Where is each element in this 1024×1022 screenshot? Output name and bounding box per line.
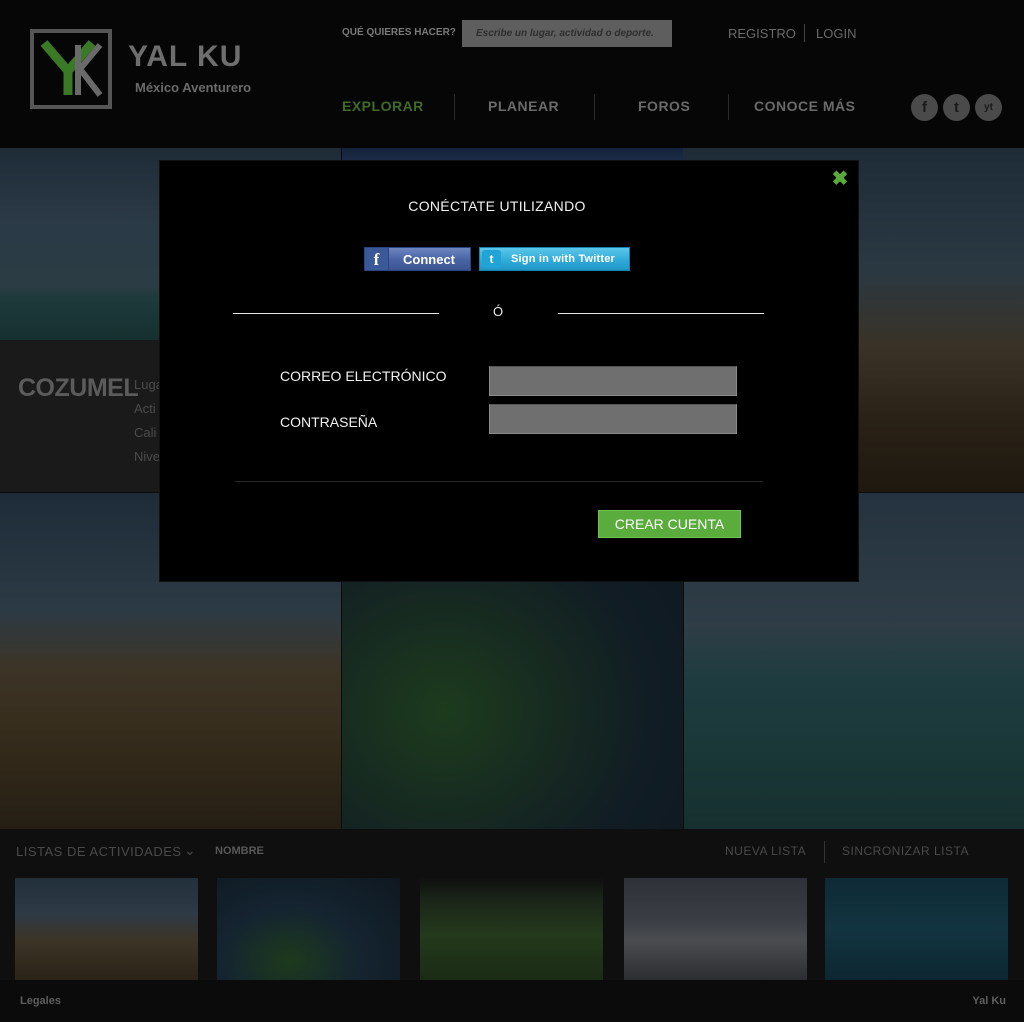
new-list-button[interactable]: NUEVA LISTA xyxy=(725,844,806,858)
twitter-icon[interactable]: t xyxy=(943,94,970,121)
divider xyxy=(233,313,439,314)
brand-name: YAL KU xyxy=(128,40,243,73)
register-link[interactable]: REGISTRO xyxy=(728,26,796,41)
brand-tagline: México Aventurero xyxy=(135,80,252,95)
feature-info: Nive xyxy=(134,449,161,464)
youtube-icon[interactable]: yt xyxy=(975,94,1002,121)
or-separator: Ó xyxy=(493,304,504,319)
divider xyxy=(235,481,763,482)
close-icon[interactable]: ✖ xyxy=(830,169,850,189)
footer: Legales Yal Ku xyxy=(0,980,1024,1022)
photo-tile-ocean[interactable] xyxy=(342,148,683,161)
legal-link[interactable]: Legales xyxy=(20,995,61,1007)
feature-info: Acti xyxy=(134,401,156,416)
nav-divider xyxy=(454,94,455,120)
login-link[interactable]: LOGIN xyxy=(816,26,856,41)
nav-explorar[interactable]: EXPLORAR xyxy=(342,98,424,114)
feature-info: Luga xyxy=(134,377,163,392)
logo-mark-icon xyxy=(40,40,103,97)
email-label: CORREO ELECTRÓNICO xyxy=(280,368,447,384)
search-input[interactable] xyxy=(462,20,672,47)
header: YAL KU México Aventurero QUÉ QUIERES HAC… xyxy=(0,0,1024,148)
page: YAL KU México Aventurero QUÉ QUIERES HAC… xyxy=(0,0,1024,1022)
modal-title: CONÉCTATE UTILIZANDO xyxy=(408,198,586,214)
list-thumbnail[interactable] xyxy=(217,878,400,982)
feature-title: COZUMEL xyxy=(18,374,139,402)
list-thumbnail[interactable] xyxy=(624,878,807,982)
logo[interactable] xyxy=(30,29,112,109)
twitter-signin-button[interactable]: t Sign in with Twitter xyxy=(479,247,630,271)
nav-divider xyxy=(594,94,595,120)
facebook-icon: f xyxy=(365,248,389,270)
list-thumbnail[interactable] xyxy=(825,878,1008,982)
facebook-connect-label: Connect xyxy=(403,252,455,267)
twitter-signin-label: Sign in with Twitter xyxy=(511,253,616,265)
chevron-down-icon[interactable]: ⌄ xyxy=(184,842,196,859)
twitter-icon: t xyxy=(482,250,501,268)
divider xyxy=(804,24,805,42)
facebook-connect-button[interactable]: f Connect xyxy=(364,247,471,271)
password-field[interactable] xyxy=(489,404,737,434)
list-title[interactable]: LISTAS DE ACTIVIDADES xyxy=(16,844,182,859)
password-label: CONTRASEÑA xyxy=(280,414,378,430)
sort-label[interactable]: NOMBRE xyxy=(215,845,264,857)
email-field[interactable] xyxy=(489,366,737,396)
create-account-button[interactable]: CREAR CUENTA xyxy=(598,510,741,538)
divider xyxy=(558,313,764,314)
facebook-icon[interactable]: f xyxy=(911,94,938,121)
divider xyxy=(824,841,825,863)
login-modal: ✖ CONÉCTATE UTILIZANDO f Connect t Sign … xyxy=(160,161,858,581)
sync-list-button[interactable]: SINCRONIZAR LISTA xyxy=(842,844,969,858)
nav-divider xyxy=(728,94,729,120)
feature-info: Cali xyxy=(134,425,157,440)
footer-brand: Yal Ku xyxy=(972,995,1006,1007)
list-thumbnail[interactable] xyxy=(420,878,603,982)
nav-planear[interactable]: PLANEAR xyxy=(488,98,559,114)
search-label: QUÉ QUIERES HACER? xyxy=(342,27,456,38)
list-thumbnail[interactable] xyxy=(15,878,198,982)
nav-foros[interactable]: FOROS xyxy=(638,98,690,114)
nav-conoce-mas[interactable]: CONOCE MÁS xyxy=(754,98,855,114)
